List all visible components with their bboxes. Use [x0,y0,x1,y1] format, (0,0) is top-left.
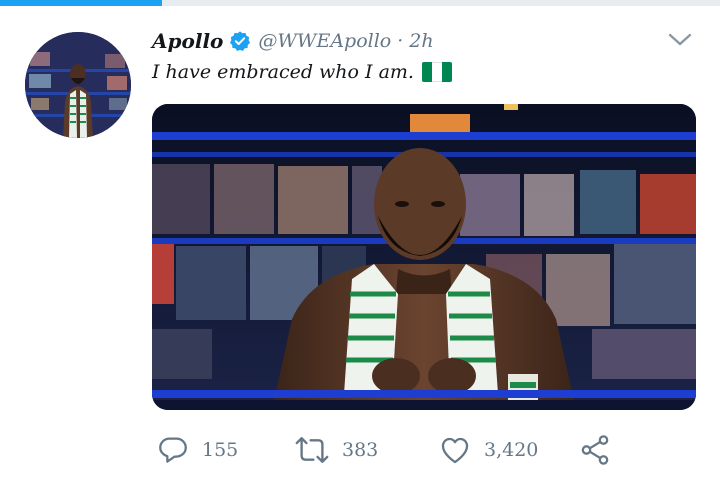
tweet-timestamp[interactable]: 2h [409,30,433,52]
share-icon [581,435,609,465]
tweet-body: I have embraced who I am. [152,61,414,83]
like-count: 3,420 [484,439,539,461]
avatar[interactable] [25,32,131,138]
heart-icon [441,437,469,464]
author-name[interactable]: Apollo [152,29,223,53]
tweet-photo[interactable] [152,104,696,410]
top-tab-indicator [0,0,720,6]
wrestler-photo [152,104,696,410]
reply-icon [159,437,187,463]
reply-count: 155 [202,439,239,461]
chevron-down-icon[interactable] [666,30,694,50]
verified-badge-icon [230,31,251,51]
like-button[interactable]: 3,420 [438,430,538,470]
tweet-actions: 155 383 3,420 [152,430,672,470]
reply-button[interactable]: 155 [156,430,238,470]
active-tab-underline [0,0,162,6]
author-handle[interactable]: @WWEApollo [258,30,391,52]
retweet-icon [295,437,329,463]
share-button[interactable] [578,430,612,470]
header-separator: · [397,30,404,52]
retweet-button[interactable]: 383 [294,430,378,470]
tweet-header: Apollo @WWEApollo · 2h [152,28,434,54]
retweet-count: 383 [342,439,379,461]
tweet-text: I have embraced who I am. [152,61,452,83]
avatar-image [25,32,131,138]
nigeria-flag-emoji [421,62,452,82]
